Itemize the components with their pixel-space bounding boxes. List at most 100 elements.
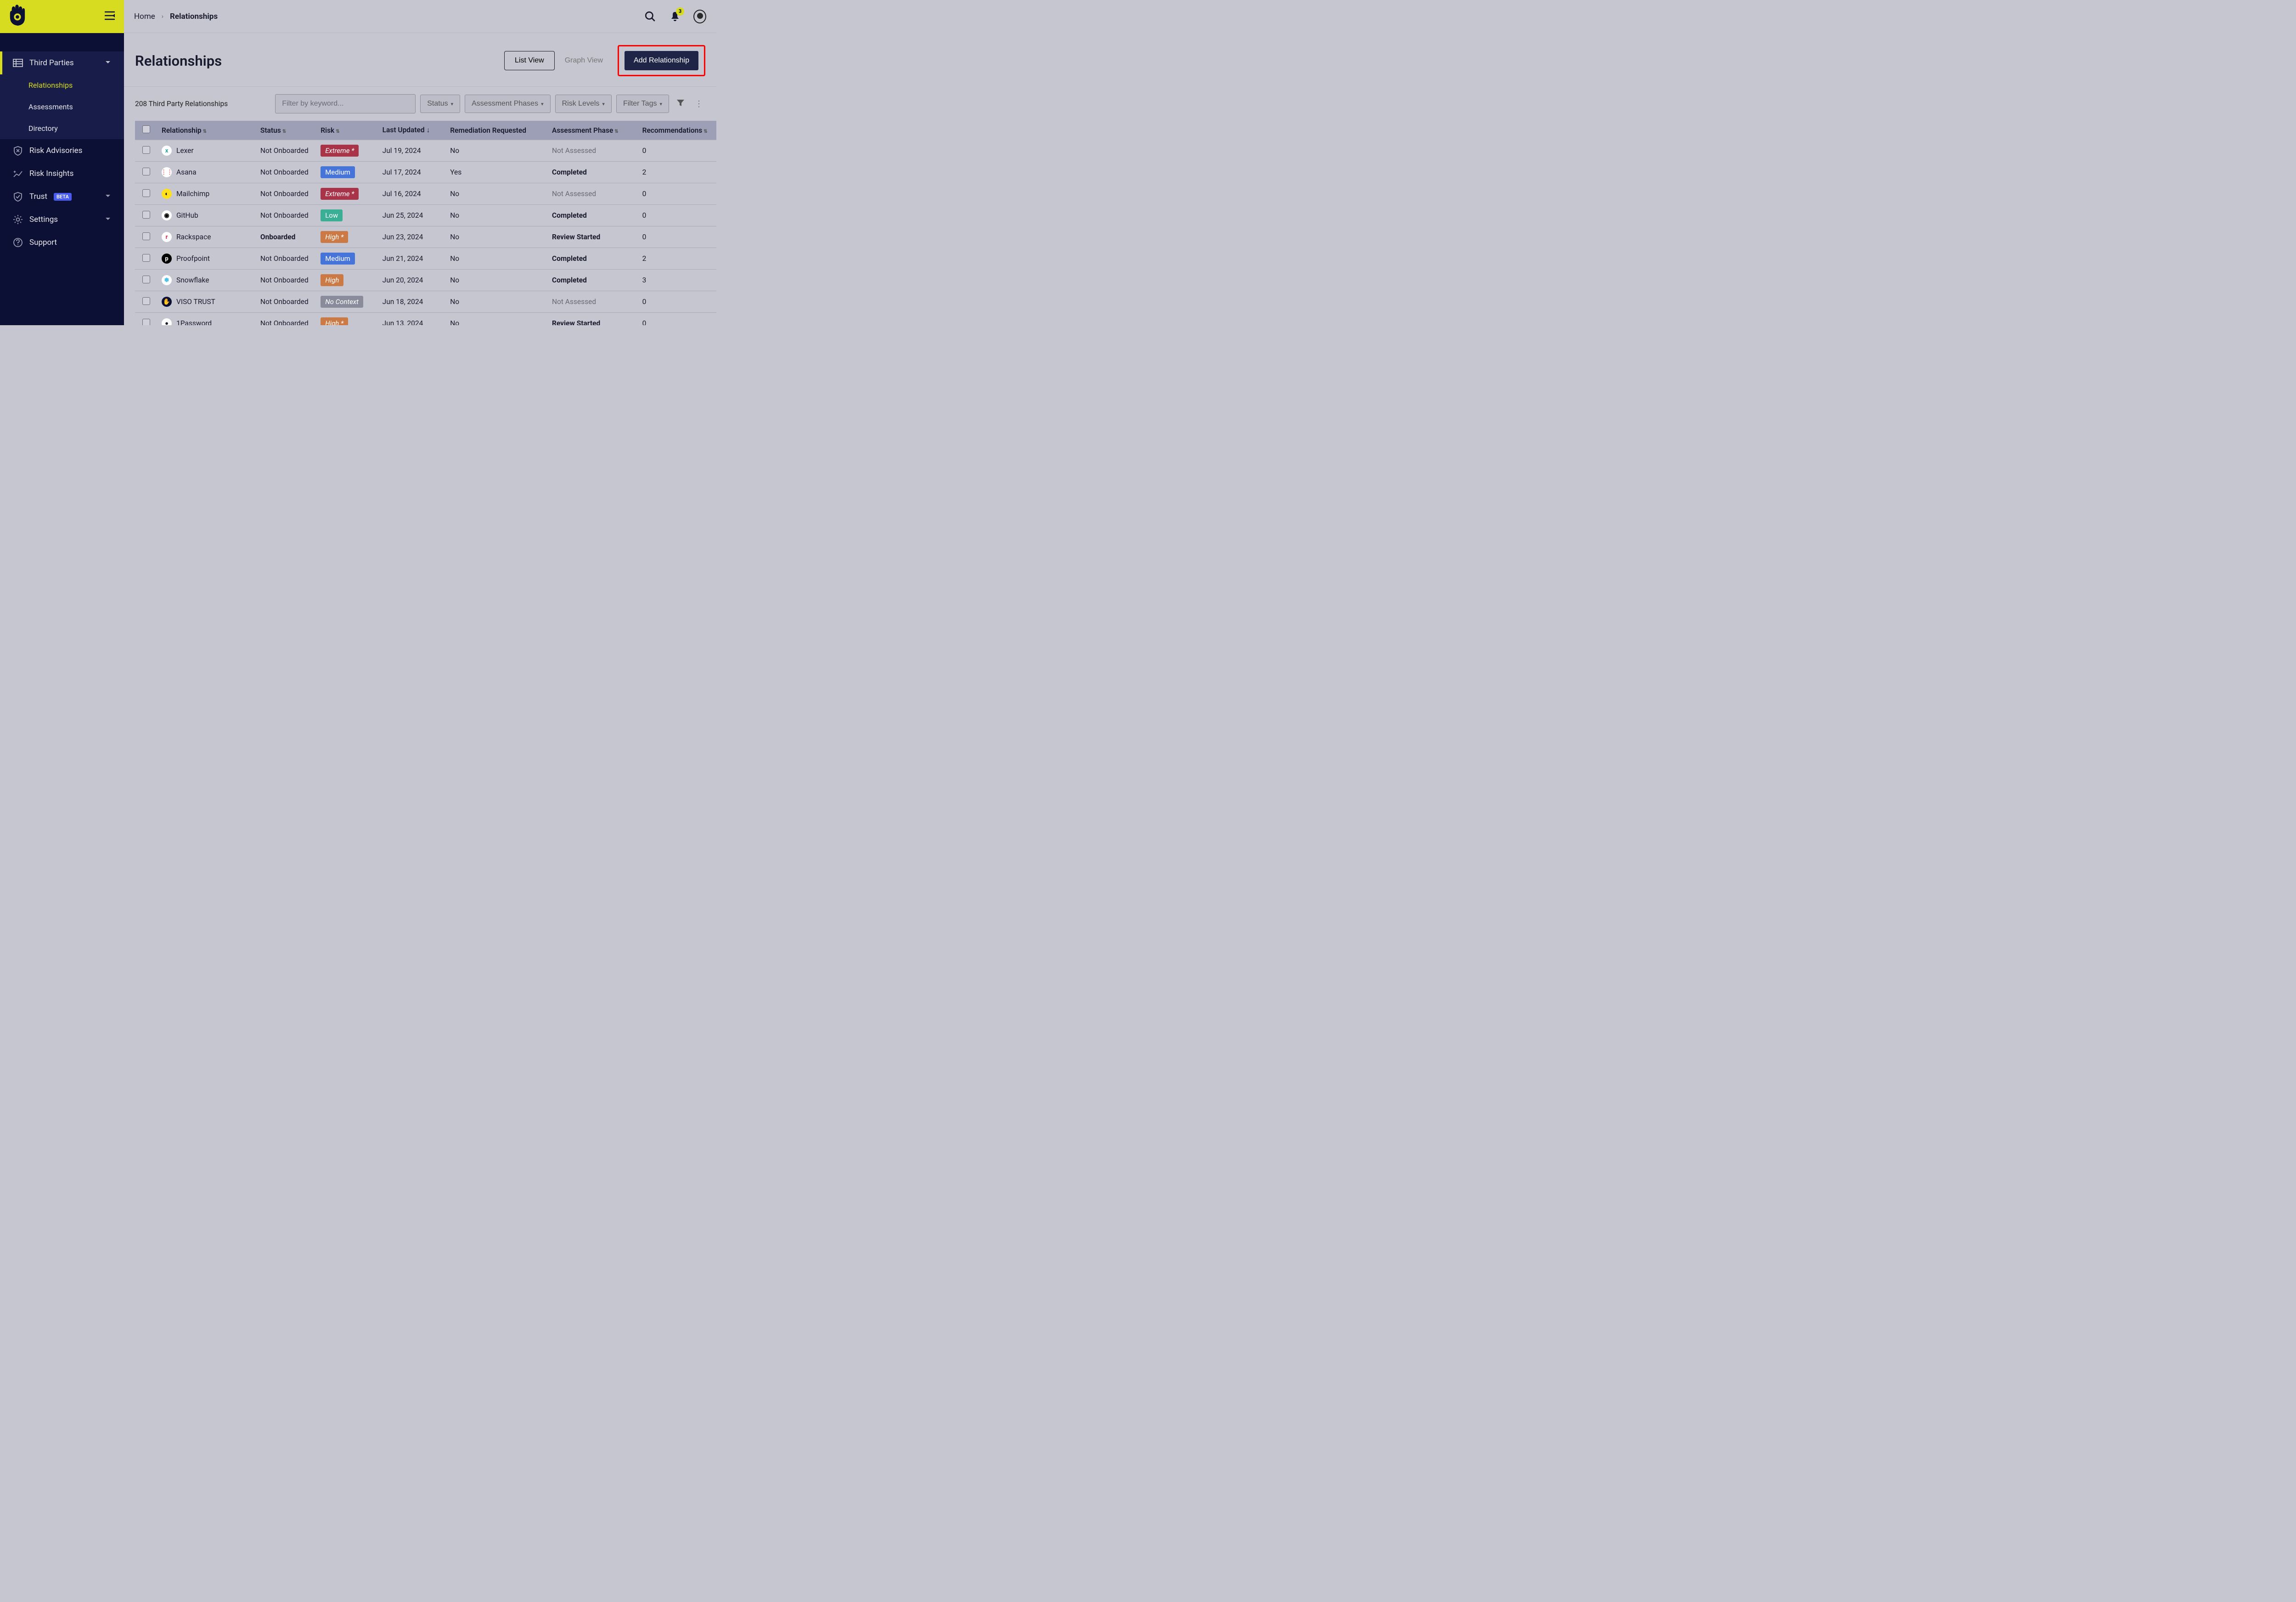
profile-avatar[interactable] [693,10,706,23]
cell-recommendations: 0 [638,313,716,326]
cell-status: Not Onboarded [256,183,316,205]
cell-status: Not Onboarded [256,313,316,326]
nav-directory[interactable]: Directory [0,118,124,139]
nav-third-parties-sub: Relationships Assessments Directory [0,74,124,139]
nav-risk-insights[interactable]: Risk Insights [0,162,124,185]
row-checkbox[interactable] [135,248,157,270]
cell-risk: High [316,270,377,291]
keyword-filter-input[interactable] [275,94,416,113]
col-relationship[interactable]: Relationship⇅ [157,121,256,140]
cell-risk: High * [316,226,377,248]
shield-x-icon [13,146,23,156]
more-options-icon[interactable]: ⋮ [692,96,705,113]
vendor-name: 1Password [176,319,212,325]
row-checkbox[interactable] [135,140,157,162]
nav-label: Support [29,238,57,247]
select-all-header[interactable] [135,121,157,140]
status-filter[interactable]: Status [420,95,460,113]
cell-remediation: No [445,140,547,162]
phases-filter[interactable]: Assessment Phases [465,95,550,113]
shield-check-icon [13,192,23,202]
nav-label: Risk Advisories [29,146,82,155]
vendor-name: Lexer [176,147,194,155]
table-row[interactable]: pProofpointNot OnboardedMediumJun 21, 20… [135,248,716,270]
chevron-down-icon [105,58,111,68]
table-row[interactable]: ●1PasswordNot OnboardedHigh *Jun 13, 202… [135,313,716,326]
cell-relationship: rRackspace [157,226,256,248]
col-last-updated[interactable]: Last Updated [378,121,446,140]
cell-remediation: No [445,270,547,291]
cell-risk: Extreme * [316,140,377,162]
sidebar: Third Parties Relationships Assessments … [0,0,124,325]
nav-trust[interactable]: Trust BETA [0,185,124,208]
vendor-logo-icon: ● [162,318,172,325]
topbar: Home › Relationships 3 [124,0,716,33]
nav-support[interactable]: Support [0,231,124,254]
row-checkbox[interactable] [135,226,157,248]
cell-phase: Review Started [547,226,638,248]
search-icon[interactable] [644,10,657,23]
col-remediation[interactable]: Remediation Requested [445,121,547,140]
cell-phase: Completed [547,270,638,291]
col-recommendations[interactable]: Recommendations⇅ [638,121,716,140]
table-row[interactable]: ⋮⋮AsanaNot OnboardedMediumJul 17, 2024Ye… [135,162,716,183]
nav-label: Settings [29,215,58,224]
list-view-button[interactable]: List View [504,51,555,70]
cell-recommendations: 0 [638,291,716,313]
risk-filter[interactable]: Risk Levels [555,95,612,113]
tags-filter[interactable]: Filter Tags [616,95,669,113]
chevron-down-icon [105,192,111,201]
row-checkbox[interactable] [135,205,157,226]
cell-remediation: Yes [445,162,547,183]
page-title: Relationships [135,52,222,69]
table-row[interactable]: ◉GitHubNot OnboardedLowJun 25, 2024NoCom… [135,205,716,226]
graph-view-button[interactable]: Graph View [555,51,613,70]
row-checkbox[interactable] [135,313,157,326]
relationships-table: Relationship⇅ Status⇅ Risk⇅ Last Updated… [124,121,716,325]
table-row[interactable]: xLexerNot OnboardedExtreme *Jul 19, 2024… [135,140,716,162]
row-checkbox[interactable] [135,291,157,313]
vendor-logo-icon: x [162,146,172,156]
col-assessment-phase[interactable]: Assessment Phase⇅ [547,121,638,140]
cell-last-updated: Jun 21, 2024 [378,248,446,270]
col-status[interactable]: Status⇅ [256,121,316,140]
cell-phase: Not Assessed [547,140,638,162]
menu-toggle-icon[interactable] [105,11,116,22]
row-checkbox[interactable] [135,162,157,183]
add-relationship-button[interactable]: Add Relationship [625,51,698,70]
funnel-icon[interactable] [674,95,687,113]
cell-recommendations: 3 [638,270,716,291]
chevron-right-icon: › [162,13,163,20]
cell-relationship: ❄Snowflake [157,270,256,291]
crumb-home[interactable]: Home [134,12,155,21]
table-row[interactable]: ◐MailchimpNot OnboardedExtreme *Jul 16, … [135,183,716,205]
cell-risk: Medium [316,162,377,183]
nav-assessments[interactable]: Assessments [0,96,124,118]
filter-row: 208 Third Party Relationships Status Ass… [124,87,716,121]
cell-status: Not Onboarded [256,205,316,226]
cell-recommendations: 0 [638,205,716,226]
cell-risk: Extreme * [316,183,377,205]
nav-label: Assessments [28,102,73,111]
table-row[interactable]: ✋VISO TRUSTNot OnboardedNo ContextJun 18… [135,291,716,313]
brand-bar [0,0,124,33]
notification-count: 3 [676,7,684,16]
cell-risk: High * [316,313,377,326]
cell-last-updated: Jul 17, 2024 [378,162,446,183]
main-content: Home › Relationships 3 Relationships Lis… [124,0,716,325]
col-risk[interactable]: Risk⇅ [316,121,377,140]
nav-risk-advisories[interactable]: Risk Advisories [0,139,124,162]
nav-settings[interactable]: Settings [0,208,124,231]
cell-recommendations: 0 [638,140,716,162]
cell-phase: Not Assessed [547,183,638,205]
row-checkbox[interactable] [135,270,157,291]
nav-third-parties[interactable]: Third Parties [0,51,124,74]
cell-last-updated: Jul 16, 2024 [378,183,446,205]
row-checkbox[interactable] [135,183,157,205]
nav-relationships[interactable]: Relationships [0,74,124,96]
beta-badge: BETA [54,193,72,201]
table-row[interactable]: rRackspaceOnboardedHigh *Jun 23, 2024NoR… [135,226,716,248]
notifications-icon[interactable]: 3 [669,10,681,23]
vendor-name: Rackspace [176,233,211,241]
table-row[interactable]: ❄SnowflakeNot OnboardedHighJun 20, 2024N… [135,270,716,291]
